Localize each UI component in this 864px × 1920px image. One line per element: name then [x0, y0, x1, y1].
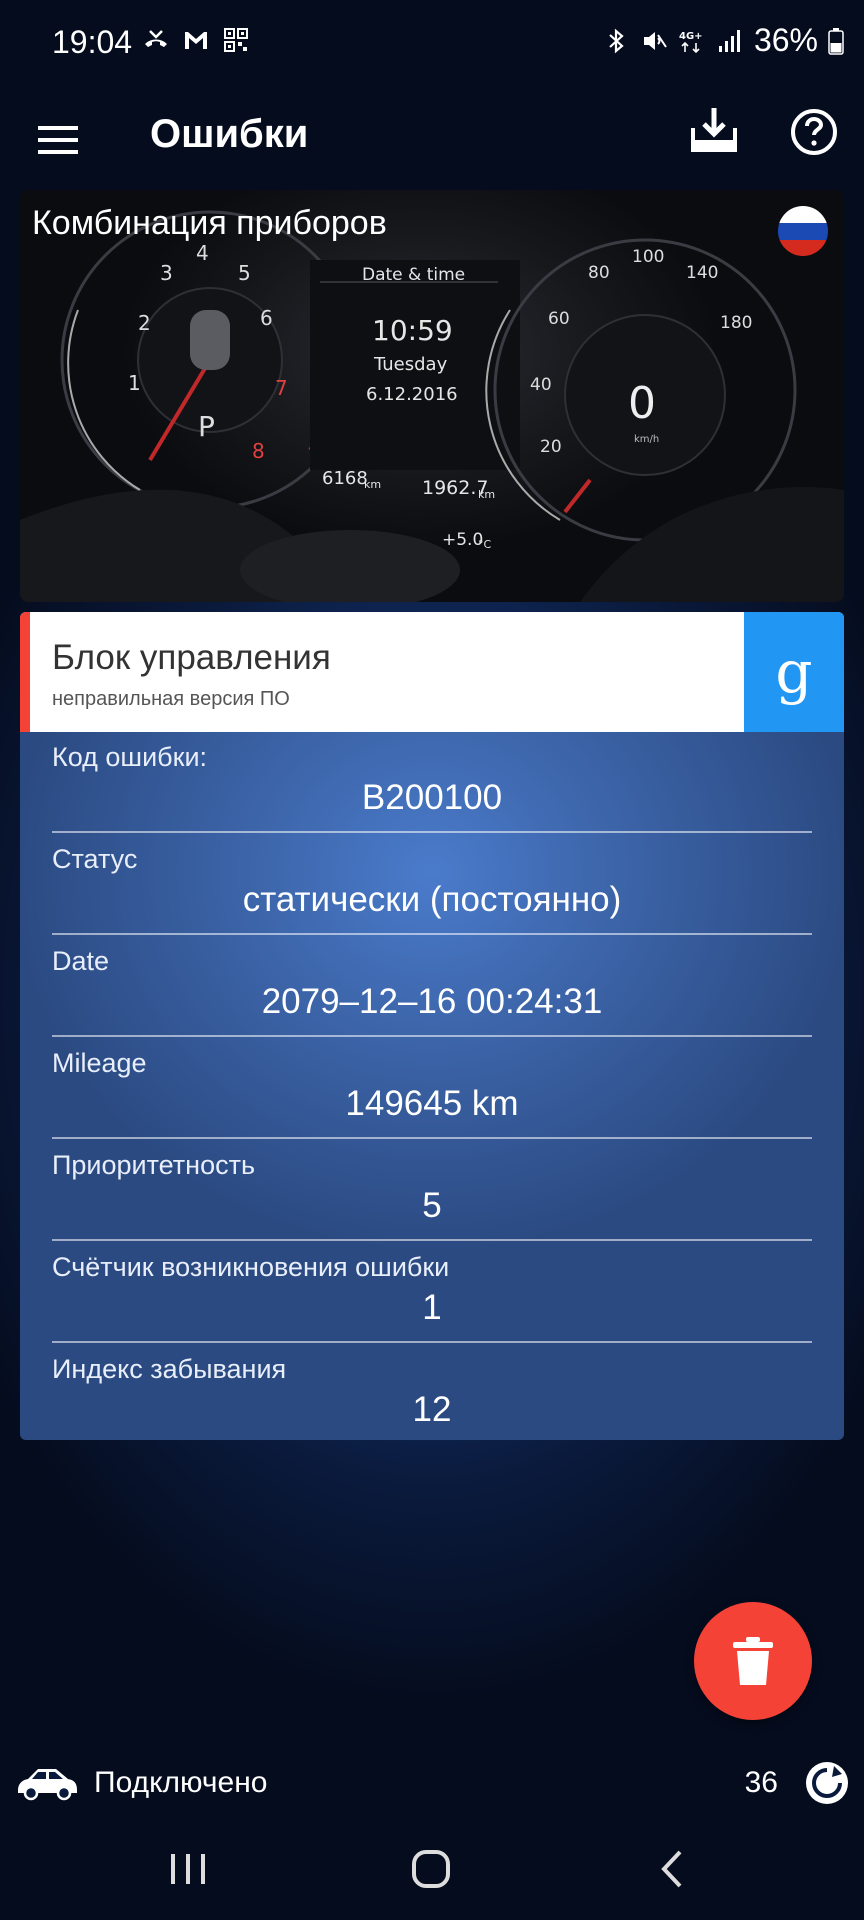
network-4g-icon: 4G+ — [679, 31, 703, 53]
divider — [52, 1137, 812, 1139]
tacho-tick: 5 — [238, 261, 251, 285]
speed-tick: 100 — [632, 247, 664, 267]
field-label: Индекс забывания — [52, 1354, 287, 1384]
gmail-icon — [185, 32, 207, 49]
qr-code-icon — [224, 28, 248, 52]
dash-trip-unit: km — [478, 488, 495, 501]
module-name: Блок управления — [52, 638, 331, 677]
svg-text:4G+: 4G+ — [679, 31, 703, 42]
field-value: 1 — [422, 1288, 442, 1327]
speed-tick: 180 — [720, 313, 752, 333]
field-value: 149645 km — [345, 1084, 519, 1123]
app-bar: Ошибки — [0, 88, 864, 196]
speed-tick: 20 — [540, 437, 562, 457]
divider — [52, 1239, 812, 1241]
module-group-title: Комбинация приборов — [32, 204, 387, 242]
download-icon[interactable] — [686, 102, 742, 158]
tacho-tick: 7 — [275, 376, 288, 400]
field-label: Date — [52, 946, 110, 976]
instrument-cluster-image: 1 2 3 4 5 6 7 8 P Date & time 10:59 Tues… — [20, 210, 844, 602]
notification-icons — [142, 26, 250, 54]
field-forget-index: Индекс забывания 12 — [52, 1344, 812, 1440]
system-navigation-bar — [0, 1820, 864, 1920]
delete-errors-button[interactable] — [694, 1602, 812, 1720]
field-mileage: Mileage 149645 km — [52, 1038, 812, 1139]
mute-icon — [643, 31, 667, 50]
dash-header: Date & time — [362, 265, 465, 285]
connection-status-text: Подключено — [94, 1766, 268, 1799]
module-subtitle: неправильная версия ПО — [52, 688, 290, 710]
module-header[interactable]: Блок управления неправильная версия ПО g — [20, 612, 844, 732]
speed-tick: 40 — [530, 375, 552, 395]
field-priority: Приоритетность 5 — [52, 1140, 812, 1241]
trash-icon — [733, 1637, 773, 1685]
battery-percent: 36% — [753, 22, 818, 58]
field-value: статически (постоянно) — [242, 880, 622, 919]
dash-date: 6.12.2016 — [366, 384, 458, 405]
field-date: Date 2079–12–16 00:24:31 — [52, 936, 812, 1037]
speed-tick: 60 — [548, 309, 570, 329]
russia-flag-icon[interactable] — [778, 206, 828, 256]
field-label: Статус — [52, 844, 138, 874]
field-label: Mileage — [52, 1048, 147, 1078]
field-value: 12 — [412, 1390, 452, 1429]
divider — [52, 1035, 812, 1037]
dash-clock: 10:59 — [372, 314, 453, 347]
back-button[interactable] — [656, 1848, 686, 1890]
tacho-tick: 4 — [196, 241, 209, 265]
tacho-tick: 3 — [160, 261, 173, 285]
connection-status-bar: Подключено 36 — [0, 1752, 864, 1822]
refresh-icon[interactable] — [804, 1760, 850, 1806]
divider — [52, 1341, 812, 1343]
field-value: 2079–12–16 00:24:31 — [261, 982, 603, 1021]
home-button[interactable] — [410, 1848, 452, 1890]
speed-tick: 140 — [686, 263, 718, 283]
speed-unit: km/h — [634, 434, 659, 445]
field-label: Приоритетность — [52, 1150, 256, 1180]
field-value: 5 — [422, 1186, 442, 1225]
tacho-tick: 8 — [252, 439, 265, 463]
google-icon: g — [775, 638, 813, 706]
status-time: 19:04 — [52, 24, 133, 60]
missed-call-icon — [145, 30, 167, 47]
field-label: Код ошибки: — [52, 742, 208, 772]
status-bar: 19:04 4G+ 36% — [0, 0, 864, 88]
car-icon — [18, 1769, 77, 1801]
dash-odo-unit: km — [364, 478, 381, 491]
speed-tick: 80 — [588, 263, 610, 283]
field-occurrence-counter: Счётчик возникновения ошибки 1 — [52, 1242, 812, 1343]
field-label: Счётчик возникновения ошибки — [52, 1252, 450, 1282]
dash-odo: 6168 — [322, 468, 368, 489]
battery-icon — [828, 27, 844, 55]
system-icons: 4G+ 36% — [602, 22, 844, 59]
menu-icon[interactable] — [36, 118, 80, 162]
help-icon[interactable] — [790, 108, 838, 156]
tacho-tick: 6 — [260, 306, 273, 330]
tacho-tick: 2 — [138, 311, 151, 335]
divider — [52, 831, 812, 833]
signal-icon — [718, 29, 740, 52]
recents-button[interactable] — [168, 1850, 208, 1888]
request-counter: 36 — [744, 1766, 778, 1799]
divider — [52, 933, 812, 935]
dash-weekday: Tuesday — [373, 354, 448, 375]
error-indicator-bar — [20, 612, 30, 732]
bluetooth-icon — [609, 28, 624, 53]
field-status: Статус статически (постоянно) — [52, 834, 812, 935]
field-error-code: Код ошибки: B200100 — [52, 732, 812, 833]
gear-indicator: P — [198, 410, 215, 443]
speed-readout: 0 — [628, 378, 656, 429]
dash-temp-unit: °C — [478, 538, 492, 551]
error-details-card: Блок управления неправильная версия ПО g… — [20, 612, 844, 1440]
google-search-button[interactable]: g — [744, 612, 844, 732]
module-image-card[interactable]: Комбинация приборов 1 2 3 4 5 6 7 8 P Da… — [20, 190, 844, 602]
field-value: B200100 — [361, 778, 503, 817]
tacho-tick: 1 — [128, 371, 141, 395]
page-title: Ошибки — [150, 112, 309, 156]
